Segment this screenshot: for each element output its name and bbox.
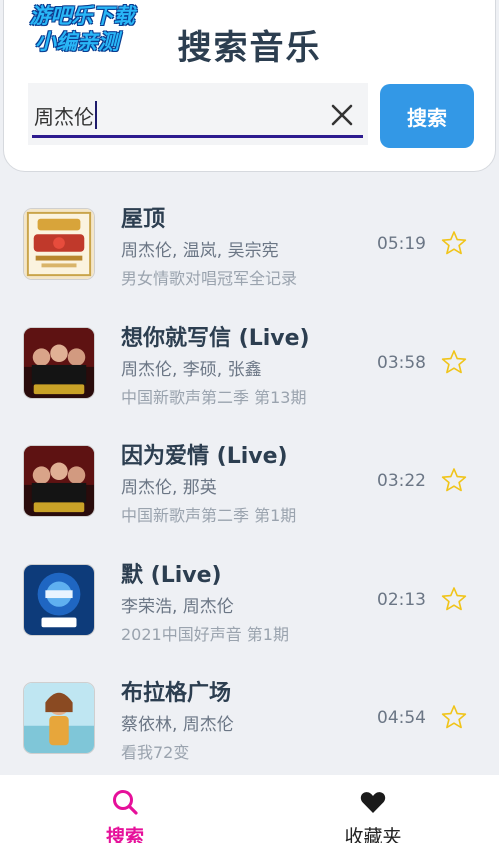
album-cover-image [23,563,95,636]
search-field[interactable] [28,83,368,145]
song-artists: 周杰伦, 那英 [121,478,217,498]
album-cover-image [23,326,95,399]
song-list-item[interactable]: 想你就写信 (Live) 周杰伦, 李硕, 张鑫 中国新歌声第二季 第13期 0… [0,305,499,424]
song-album: 男女情歌对唱冠军全记录 [121,269,298,288]
star-icon[interactable] [441,467,467,493]
song-artists: 周杰伦, 李硕, 张鑫 [121,359,262,380]
album-cover-image [23,682,95,754]
song-album: 看我72变 [121,743,190,762]
song-duration: 03:22 [377,471,426,491]
star-icon[interactable] [441,586,467,612]
song-album: 中国新歌声第二季 第13期 [121,387,307,407]
song-title: 屋顶 [121,207,166,232]
page-title: 搜索音乐 [177,28,322,68]
song-title: 想你就写信 (Live) [121,325,310,351]
song-album: 中国新歌声第二季 第1期 [121,506,297,525]
song-title: 布拉格广场 [121,681,232,706]
song-title: 默 (Live) [121,562,222,588]
song-title: 因为爱情 (Live) [121,444,288,469]
song-list-item[interactable]: 默 (Live) 李荣浩, 周杰伦 2021中国好声音 第1期 02:13 [0,542,499,661]
star-icon[interactable] [441,349,467,375]
song-list-item[interactable]: 因为爱情 (Live) 周杰伦, 那英 中国新歌声第二季 第1期 03:22 [0,423,499,542]
tab-search-label: 搜索 [105,826,144,843]
song-duration: 04:54 [377,708,426,728]
song-list-item[interactable]: 屋顶 周杰伦, 温岚, 吴宗宪 男女情歌对唱冠军全记录 05:19 [0,186,499,305]
song-album: 2021中国好声音 第1期 [121,624,289,644]
song-result-list: 屋顶 周杰伦, 温岚, 吴宗宪 男女情歌对唱冠军全记录 05:19 想你就写信 … [0,186,499,779]
song-duration: 03:58 [377,352,426,373]
tab-search[interactable]: 搜索 [0,775,250,843]
search-icon [113,790,138,815]
song-artists: 蔡依林, 周杰伦 [121,715,234,735]
bottom-nav: 搜索 收藏夹 [0,775,499,843]
song-artists: 周杰伦, 温岚, 吴宗宪 [121,241,279,261]
search-button[interactable]: 搜索 [380,84,474,148]
close-icon[interactable] [328,101,356,129]
album-cover-image [23,208,95,280]
search-input[interactable] [34,99,324,131]
song-list-item[interactable]: 布拉格广场 蔡依林, 周杰伦 看我72变 04:54 [0,660,499,779]
star-icon[interactable] [441,230,467,256]
star-icon[interactable] [441,704,467,730]
heart-icon [360,792,386,813]
text-caret [95,101,97,129]
song-duration: 05:19 [377,234,426,254]
tab-favorites[interactable]: 收藏夹 [248,775,498,843]
song-duration: 02:13 [377,589,426,610]
album-cover-image [23,445,95,517]
tab-favorites-label: 收藏夹 [344,826,402,843]
search-underline [32,135,363,138]
song-artists: 李荣浩, 周杰伦 [121,596,234,617]
